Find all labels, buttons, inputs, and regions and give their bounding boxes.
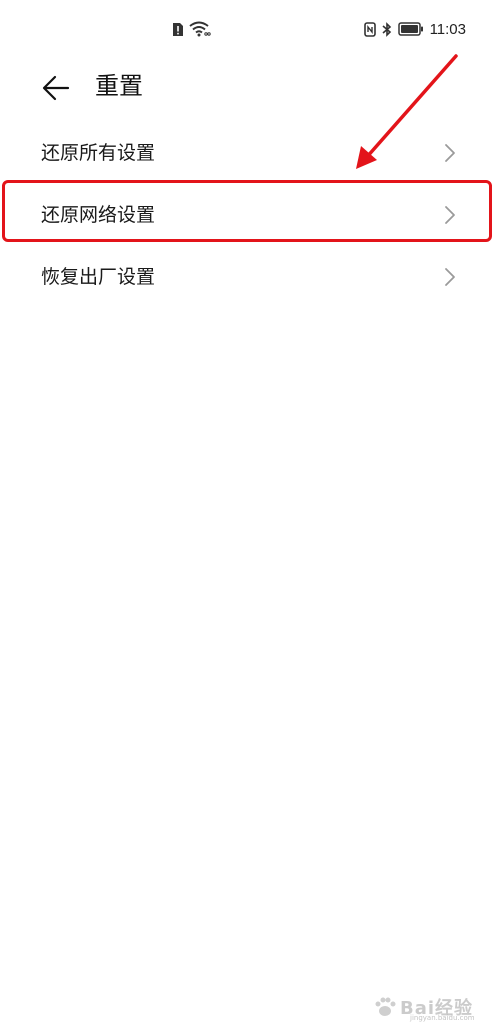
menu-item-label: 还原所有设置 bbox=[41, 142, 156, 164]
baidu-watermark: Bai经验 jingyan.baidu.com bbox=[370, 994, 490, 1022]
status-time: 11:03 bbox=[429, 20, 466, 38]
menu-item-factory-reset[interactable]: 恢复出厂设置 bbox=[0, 246, 500, 308]
highlight-box-annotation bbox=[2, 180, 492, 242]
status-bar-right: 11:03 bbox=[363, 19, 466, 39]
chevron-right-icon bbox=[445, 268, 455, 286]
red-arrow-annotation bbox=[356, 54, 458, 169]
sim-alert-icon bbox=[173, 22, 183, 36]
page-title: 重置 bbox=[95, 72, 143, 100]
watermark-url: jingyan.baidu.com bbox=[410, 1014, 475, 1022]
battery-icon bbox=[397, 22, 423, 36]
arrow-left-icon bbox=[42, 75, 70, 101]
bluetooth-icon bbox=[382, 21, 391, 37]
wifi-icon bbox=[189, 21, 211, 37]
status-bar-left bbox=[172, 19, 211, 39]
back-button[interactable] bbox=[38, 68, 78, 108]
menu-item-label: 恢复出厂设置 bbox=[41, 266, 156, 288]
paw-logo-icon bbox=[375, 997, 396, 1016]
nfc-icon bbox=[363, 21, 376, 37]
